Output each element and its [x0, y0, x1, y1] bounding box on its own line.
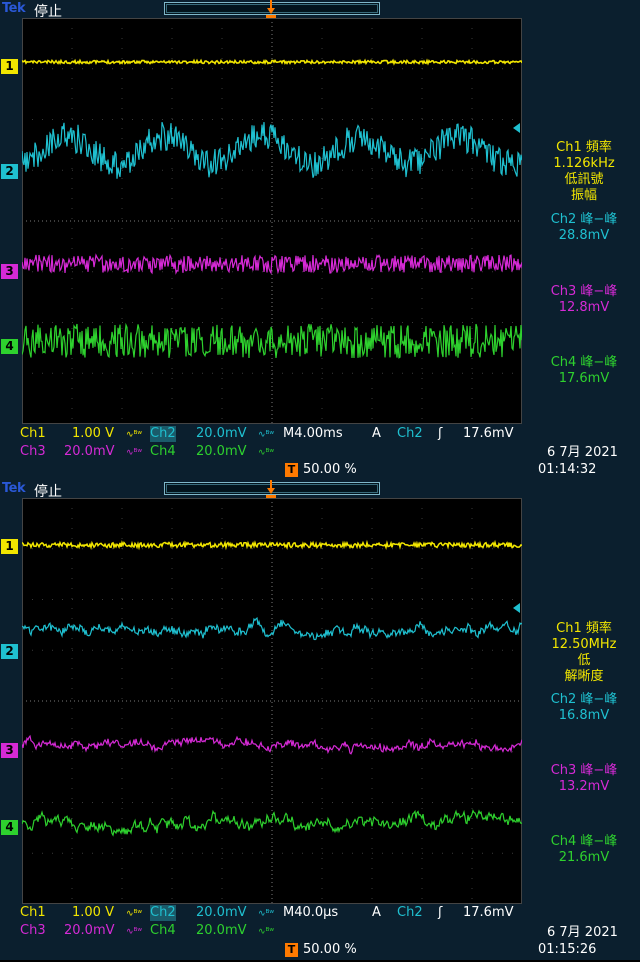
acquisition-mode: A: [372, 426, 381, 441]
meas-note: 解晰度: [564, 669, 604, 684]
meas-value: 28.8mV: [558, 228, 610, 243]
timebase-readout[interactable]: M4.00ms: [283, 426, 343, 442]
brand-logo: Tek: [2, 481, 26, 496]
meas-value: 16.8mV: [558, 708, 610, 723]
timebase-readout[interactable]: M40.0µs: [283, 905, 338, 921]
ch3-label[interactable]: Ch3: [20, 923, 46, 939]
meas-value: 13.2mV: [558, 779, 610, 794]
ch1-marker[interactable]: 1: [1, 59, 18, 74]
trigger-slope-icon: ʃ: [438, 905, 443, 920]
meas-value: 12.8mV: [558, 300, 610, 315]
graticule-grid: [22, 498, 522, 904]
time-readout: 01:15:26: [538, 942, 597, 957]
ch2-label[interactable]: Ch2: [150, 905, 176, 921]
ch4-scale: 20.0mV: [196, 923, 247, 938]
bandwidth-icon: ∿ᴮʷ: [258, 909, 275, 919]
ch1-label[interactable]: Ch1: [20, 905, 46, 921]
ch2-label[interactable]: Ch2: [150, 426, 176, 442]
ch2-marker[interactable]: 2: [1, 644, 18, 659]
meas-label: Ch4 峰−峰: [550, 355, 618, 370]
ch1-frequency-readout: Ch1 頻率 12.50MHz 低 解晰度: [528, 621, 640, 685]
time-readout: 01:14:32: [538, 462, 597, 477]
trigger-level[interactable]: 17.6mV: [463, 905, 514, 921]
meas-label: Ch1 頻率: [556, 621, 612, 636]
ch2-scale: 20.0mV: [196, 905, 247, 920]
graticule-svg: [22, 18, 522, 424]
ch1-trace: [22, 58, 522, 66]
acquisition-mode: A: [372, 905, 381, 920]
trigger-position-t-icon: T: [285, 463, 298, 477]
scope-screen-1: Tek 停止 T 1 2 3 4 Ch1 頻率 1.126kHz 低訊號 振幅 …: [0, 0, 640, 480]
bandwidth-icon: ∿ᴮʷ: [258, 927, 275, 937]
ch2-trace: [22, 616, 522, 641]
date-readout: 6 7月 2021: [547, 445, 618, 460]
ch1-scale: 1.00 V: [72, 905, 114, 920]
bandwidth-icon: ∿ᴮʷ: [126, 927, 143, 937]
ch4-trace: [22, 322, 522, 359]
ch3-marker[interactable]: 3: [1, 264, 18, 279]
ch4-marker[interactable]: 4: [1, 339, 18, 354]
meas-note: 低: [577, 653, 591, 668]
meas-label: Ch2 峰−峰: [550, 212, 618, 227]
meas-label: Ch1 頻率: [556, 140, 612, 155]
ch3-scale: 20.0mV: [64, 923, 115, 938]
scope-screen-2: Tek 停止 T 1 2 3 4 Ch1 頻率 12.50MHz 低 解晰度 C…: [0, 480, 640, 960]
trigger-level-icon: [513, 123, 520, 133]
trigger-position-t-icon: T: [285, 943, 298, 957]
header-bar: Tek 停止: [0, 0, 640, 20]
trigger-slope-icon: ʃ: [438, 426, 443, 441]
brand-logo: Tek: [2, 1, 26, 16]
meas-value: 12.50MHz: [551, 637, 617, 652]
ch2-pk2pk-readout: Ch2 峰−峰 28.8mV: [528, 212, 640, 244]
meas-note: 低訊號: [564, 172, 604, 187]
status-bar: Ch1 1.00 V ∿ᴮʷ Ch2 20.0mV ∿ᴮʷ M40.0µs A …: [0, 904, 640, 962]
meas-label: Ch2 峰−峰: [550, 692, 618, 707]
ch4-marker[interactable]: 4: [1, 820, 18, 835]
ch2-pk2pk-readout: Ch2 峰−峰 16.8mV: [528, 692, 640, 724]
ch4-label[interactable]: Ch4: [150, 923, 176, 939]
meas-label: Ch3 峰−峰: [550, 284, 618, 299]
header-bar: Tek 停止: [0, 480, 640, 500]
bandwidth-icon: ∿ᴮʷ: [258, 430, 275, 440]
graticule-svg: [22, 498, 522, 904]
bandwidth-icon: ∿ᴮʷ: [258, 448, 275, 458]
ch3-marker[interactable]: 3: [1, 743, 18, 758]
ch1-marker[interactable]: 1: [1, 539, 18, 554]
bandwidth-icon: ∿ᴮʷ: [126, 448, 143, 458]
trigger-source[interactable]: Ch2: [397, 905, 423, 921]
meas-value: 21.6mV: [558, 850, 610, 865]
waveform-graticule[interactable]: [22, 498, 522, 904]
ch2-marker[interactable]: 2: [1, 164, 18, 179]
ch1-scale: 1.00 V: [72, 426, 114, 441]
meas-label: Ch4 峰−峰: [550, 834, 618, 849]
meas-label: Ch3 峰−峰: [550, 763, 618, 778]
ch3-label[interactable]: Ch3: [20, 444, 46, 460]
trigger-source[interactable]: Ch2: [397, 426, 423, 442]
ch1-frequency-readout: Ch1 頻率 1.126kHz 低訊號 振幅: [528, 140, 640, 204]
ch4-pk2pk-readout: Ch4 峰−峰 17.6mV: [528, 355, 640, 387]
ch3-scale: 20.0mV: [64, 444, 115, 459]
waveform-graticule[interactable]: [22, 18, 522, 424]
meas-value: 1.126kHz: [553, 156, 615, 171]
trigger-level-icon: [513, 603, 520, 613]
graticule-grid: [22, 18, 522, 424]
ch1-label[interactable]: Ch1: [20, 426, 46, 442]
bandwidth-icon: ∿ᴮʷ: [126, 909, 143, 919]
ch4-label[interactable]: Ch4: [150, 444, 176, 460]
ch4-scale: 20.0mV: [196, 444, 247, 459]
trigger-position-readout[interactable]: 50.00 %: [303, 942, 357, 958]
ch4-pk2pk-readout: Ch4 峰−峰 21.6mV: [528, 834, 640, 866]
meas-value: 17.6mV: [558, 371, 610, 386]
ch2-scale: 20.0mV: [196, 426, 247, 441]
date-readout: 6 7月 2021: [547, 925, 618, 940]
ch3-pk2pk-readout: Ch3 峰−峰 13.2mV: [528, 763, 640, 795]
bandwidth-icon: ∿ᴮʷ: [126, 430, 143, 440]
trigger-position-readout[interactable]: 50.00 %: [303, 462, 357, 478]
trigger-level[interactable]: 17.6mV: [463, 426, 514, 442]
ch3-pk2pk-readout: Ch3 峰−峰 12.8mV: [528, 284, 640, 316]
meas-note: 振幅: [570, 188, 597, 203]
status-bar: Ch1 1.00 V ∿ᴮʷ Ch2 20.0mV ∿ᴮʷ M4.00ms A …: [0, 425, 640, 483]
